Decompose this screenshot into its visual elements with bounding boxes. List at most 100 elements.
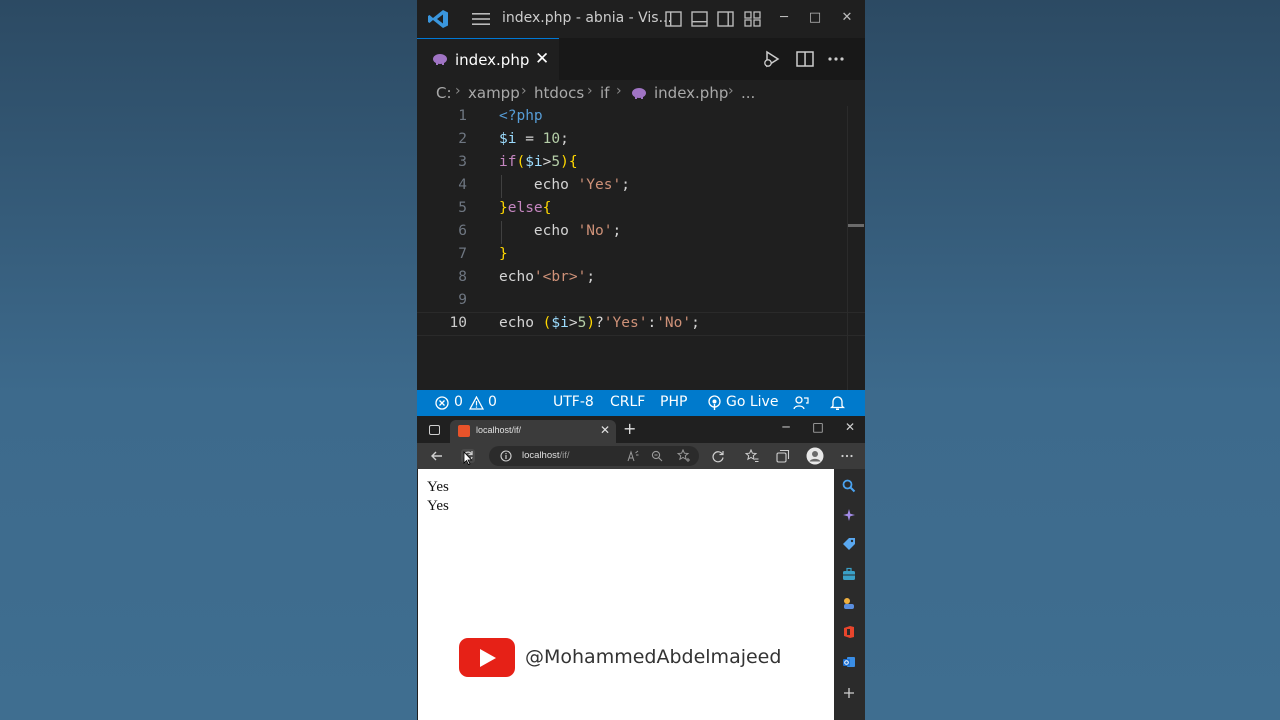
read-aloud-icon[interactable] (627, 450, 639, 462)
browser-tab[interactable]: localhost/if/ ✕ (450, 420, 616, 443)
line-number: 9 (458, 292, 467, 308)
line-number: 6 (458, 223, 467, 239)
breadcrumb-more[interactable]: ... (741, 84, 755, 102)
browser-sidebar (834, 469, 865, 720)
collections-icon[interactable] (776, 449, 790, 463)
back-arrow-icon[interactable] (430, 449, 444, 463)
vscode-titlebar: index.php - abnia - Vis... ─ □ ✕ (417, 0, 865, 38)
maximize-button[interactable]: □ (806, 10, 824, 25)
line-number: 4 (458, 177, 467, 193)
add-sidebar-app-icon[interactable] (842, 686, 856, 700)
menu-icon[interactable] (471, 11, 491, 27)
code-line: 2 $i = 10; (417, 131, 865, 154)
code-text: echo ($i>5)?'Yes':'No'; (499, 315, 700, 331)
url-host: localhost (522, 450, 560, 461)
more-actions-icon[interactable] (826, 49, 846, 69)
split-editor-icon[interactable] (795, 49, 815, 69)
line-number-active: 10 (449, 315, 467, 331)
breadcrumb-drive[interactable]: C: (436, 84, 452, 102)
output-line: Yes (427, 498, 449, 514)
url-path: /if/ (559, 450, 570, 461)
warning-count[interactable]: 0 (488, 394, 497, 410)
sync-icon[interactable] (711, 449, 725, 463)
tab-close-icon[interactable]: ✕ (535, 49, 549, 69)
code-line: 1 <?php (417, 108, 865, 131)
tab-actions-icon[interactable] (429, 425, 440, 435)
line-number: 7 (458, 246, 467, 262)
breadcrumb-separator: › (587, 83, 593, 99)
code-text: echo 'No'; (499, 223, 622, 239)
output-line: Yes (427, 479, 449, 495)
channel-watermark: @MohammedAbdelmajeed (459, 638, 819, 678)
code-line: 3 if($i>5){ (417, 154, 865, 177)
toggle-panel-icon[interactable] (691, 11, 708, 27)
close-window-button[interactable]: ✕ (838, 10, 856, 25)
code-line: 5 }else{ (417, 200, 865, 223)
toggle-secondary-sidebar-icon[interactable] (717, 11, 734, 27)
breadcrumb-xampp[interactable]: xampp (468, 84, 520, 102)
outlook-icon[interactable] (842, 655, 856, 669)
add-favorite-icon[interactable] (677, 449, 691, 463)
minimize-button[interactable]: ─ (775, 10, 793, 25)
breadcrumb-separator: › (455, 83, 461, 99)
code-text: if($i>5){ (499, 154, 578, 170)
code-editor[interactable]: 1 <?php 2 $i = 10; 3 if($i>5){ 4 echo 'Y… (417, 106, 865, 390)
status-language[interactable]: PHP (660, 394, 687, 410)
browser-page-content: Yes Yes @MohammedAbdelmajeed (418, 469, 834, 720)
line-number: 8 (458, 269, 467, 285)
go-live-button[interactable]: Go Live (726, 394, 778, 410)
tab-label: index.php (455, 51, 530, 69)
warning-icon[interactable] (469, 396, 484, 410)
window-title: index.php - abnia - Vis... (502, 10, 672, 26)
screen-recording-frame: index.php - abnia - Vis... ─ □ ✕ index.p… (417, 0, 865, 720)
profile-avatar-icon[interactable] (806, 447, 824, 465)
browser-tab-close-icon[interactable]: ✕ (600, 423, 610, 437)
browser-toolbar: localhost/if/ (417, 443, 865, 469)
error-count[interactable]: 0 (454, 394, 463, 410)
browser-tab-label: localhost/if/ (476, 425, 522, 435)
php-elephant-icon (632, 88, 646, 99)
customize-layout-icon[interactable] (744, 11, 761, 27)
breadcrumb-separator: › (521, 83, 527, 99)
browser-close-button[interactable]: ✕ (843, 420, 857, 434)
broadcast-icon[interactable] (707, 395, 722, 411)
code-line-active: 10 echo ($i>5)?'Yes':'No'; (417, 312, 865, 336)
tools-briefcase-icon[interactable] (842, 567, 856, 581)
games-icon[interactable] (842, 596, 856, 610)
zoom-icon[interactable] (651, 450, 663, 462)
address-url: localhost/if/ (522, 450, 570, 461)
breadcrumb-if[interactable]: if (600, 84, 609, 102)
feedback-icon[interactable] (793, 395, 809, 411)
breadcrumb-htdocs[interactable]: htdocs (534, 84, 584, 102)
run-debug-icon[interactable] (762, 49, 782, 69)
shopping-tag-icon[interactable] (842, 537, 856, 551)
copilot-sparkle-icon[interactable] (842, 508, 856, 522)
site-info-icon[interactable] (500, 450, 512, 462)
tab-index-php[interactable]: index.php ✕ (417, 38, 559, 80)
address-bar[interactable]: localhost/if/ (489, 446, 699, 466)
search-icon[interactable] (842, 479, 856, 493)
toggle-primary-sidebar-icon[interactable] (665, 11, 682, 27)
editor-scrollbar-thumb[interactable] (848, 224, 864, 227)
status-encoding[interactable]: UTF-8 (553, 394, 594, 410)
line-number: 5 (458, 200, 467, 216)
breadcrumb: C: › xampp › htdocs › if › index.php › .… (417, 80, 865, 106)
code-text: }else{ (499, 200, 552, 216)
notifications-bell-icon[interactable] (830, 395, 845, 411)
error-icon[interactable] (435, 396, 449, 410)
browser-maximize-button[interactable]: □ (811, 420, 825, 434)
browser-minimize-button[interactable]: ─ (779, 420, 793, 434)
browser-tabstrip: localhost/if/ ✕ + ─ □ ✕ (417, 416, 865, 443)
code-text: echo 'Yes'; (499, 177, 630, 193)
code-line: 4 echo 'Yes'; (417, 177, 865, 200)
code-text: } (499, 246, 508, 262)
breadcrumb-file[interactable]: index.php (654, 84, 728, 102)
settings-more-icon[interactable] (840, 449, 854, 463)
favorites-icon[interactable] (745, 449, 759, 463)
office-icon[interactable] (842, 625, 856, 639)
xampp-favicon-icon (458, 425, 470, 437)
channel-handle: @MohammedAbdelmajeed (525, 646, 782, 668)
status-eol[interactable]: CRLF (610, 394, 645, 410)
line-number: 1 (458, 108, 467, 124)
new-tab-button[interactable]: + (623, 419, 636, 438)
